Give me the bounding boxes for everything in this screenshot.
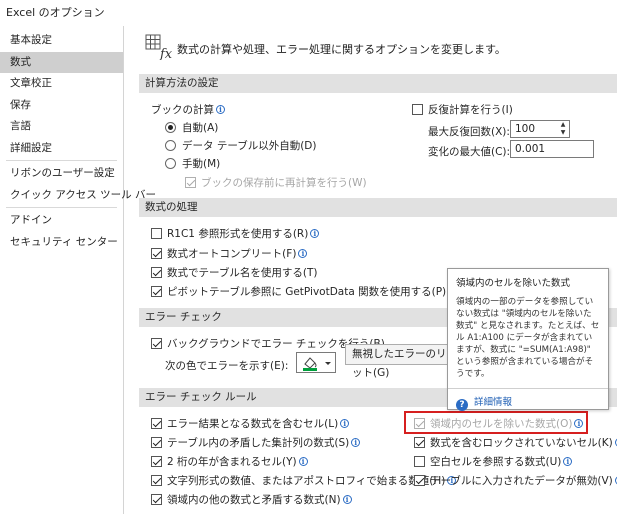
radio-button-checked[interactable] — [165, 122, 176, 133]
checkbox[interactable] — [151, 228, 162, 239]
tooltip-body: 領域内の一部のデータを参照していない数式は "領域内のセルを除いた数式" と見な… — [456, 297, 600, 379]
autocomplete-checkbox[interactable]: 数式オートコンプリート(F) i — [151, 246, 308, 261]
checkbox[interactable] — [151, 267, 162, 278]
checkbox[interactable] — [414, 475, 425, 486]
tooltip-link-label[interactable]: 詳細情報 — [474, 397, 512, 408]
sidebar-divider — [6, 207, 117, 208]
checkbox[interactable] — [414, 456, 425, 467]
sidebar-item-save[interactable]: 保存 — [0, 95, 123, 117]
tooltip-help-link[interactable]: ? 詳細情報 — [456, 394, 600, 411]
workbook-calc-label: ブックの計算 i — [151, 102, 225, 117]
max-change-label: 変化の最大値(C): — [428, 146, 511, 158]
checkbox[interactable] — [151, 494, 162, 505]
sidebar-item-formulas[interactable]: 数式 — [0, 51, 123, 73]
checkbox[interactable] — [151, 418, 162, 429]
sidebar-item-trust-center[interactable]: セキュリティ センター — [0, 232, 123, 254]
info-icon[interactable]: i — [563, 457, 573, 466]
sidebar-item-proofing[interactable]: 文章校正 — [0, 73, 123, 95]
table-names-checkbox[interactable]: 数式でテーブル名を使用する(T) — [151, 265, 317, 280]
radio-manual[interactable]: 手動(M) — [165, 156, 220, 171]
radio-button[interactable] — [165, 158, 176, 169]
info-icon[interactable]: i — [298, 457, 308, 466]
tooltip: 領域内のセルを除いた数式 領域内の一部のデータを参照していない数式は "領域内の… — [447, 268, 609, 411]
info-icon[interactable]: i — [340, 419, 350, 428]
sidebar: 基本設定 数式 文章校正 保存 言語 詳細設定 リボンのユーザー設定 クイック … — [0, 26, 156, 514]
info-icon[interactable]: i — [216, 105, 225, 114]
rule-inconsistent-column-checkbox[interactable]: テーブル内の矛盾した集計列の数式(S) i — [151, 435, 361, 450]
max-change-input[interactable]: 0.001 — [510, 140, 594, 158]
radio-button[interactable] — [165, 140, 176, 151]
spinner-arrows-icon[interactable]: ▲ ▼ — [557, 121, 569, 137]
help-icon: ? — [456, 399, 468, 411]
checkbox[interactable] — [151, 338, 162, 349]
page-description: 数式の計算や処理、エラー処理に関するオプションを変更します。 — [177, 43, 506, 56]
getpivotdata-checkbox[interactable]: ピボットテーブル参照に GetPivotData 関数を使用する(P) — [151, 284, 446, 299]
rule-number-as-text-checkbox[interactable]: 文字列形式の数値、またはアポストロフィで始まる数値(H) i — [151, 473, 457, 488]
checkbox[interactable] — [151, 475, 162, 486]
section-calculation: 計算方法の設定 — [139, 74, 617, 93]
info-icon[interactable]: i — [310, 229, 320, 238]
error-color-picker[interactable] — [296, 352, 336, 373]
checkbox[interactable] — [151, 286, 162, 297]
svg-text:fx: fx — [159, 47, 173, 60]
checkbox[interactable] — [414, 437, 425, 448]
sidebar-item-quick-access-toolbar[interactable]: クイック アクセス ツール バー — [0, 185, 156, 207]
window-title: Excel のオプション — [0, 0, 617, 26]
rule-two-digit-year-checkbox[interactable]: 2 桁の年が含まれるセル(Y) i — [151, 454, 308, 469]
checkbox[interactable] — [412, 104, 423, 115]
checkbox[interactable] — [151, 248, 162, 259]
max-iterations-label: 最大反復回数(X): — [428, 126, 510, 138]
sidebar-item-addins[interactable]: アドイン — [0, 210, 123, 232]
formula-fx-icon: fx — [145, 34, 173, 60]
rule-unlocked-cells-checkbox[interactable]: 数式を含むロックされていないセル(K)i — [414, 435, 617, 450]
rule-invalid-table-data-checkbox[interactable]: テーブルに入力されたデータが無効(V)i — [414, 473, 617, 488]
rule-inconsistent-formula-checkbox[interactable]: 領域内の他の数式と矛盾する数式(N) i — [151, 492, 352, 507]
info-icon[interactable]: i — [351, 438, 361, 447]
max-iterations-value: 100 — [515, 123, 536, 135]
checkbox[interactable] — [151, 456, 162, 467]
rule-empty-cells-checkbox[interactable]: 空白セルを参照する数式(U) i — [414, 454, 573, 469]
sidebar-divider — [6, 160, 117, 161]
paint-bucket-icon — [303, 357, 331, 371]
error-color-label: 次の色でエラーを示す(E): — [165, 360, 289, 372]
info-icon[interactable]: i — [298, 249, 308, 258]
r1c1-checkbox[interactable]: R1C1 参照形式を使用する(R) i — [151, 226, 320, 241]
iterative-calc-checkbox[interactable]: 反復計算を行う(I) — [412, 102, 513, 117]
info-icon[interactable]: i — [342, 495, 352, 504]
radio-auto-except-tables[interactable]: データ テーブル以外自動(D) — [165, 138, 317, 153]
tooltip-divider — [448, 388, 608, 389]
sidebar-item-advanced[interactable]: 詳細設定 — [0, 138, 123, 160]
sidebar-item-general[interactable]: 基本設定 — [0, 30, 123, 52]
tooltip-title: 領域内のセルを除いた数式 — [456, 278, 571, 289]
checkbox[interactable] — [151, 437, 162, 448]
checkbox[interactable] — [185, 177, 196, 188]
max-iterations-input[interactable]: 100 ▲ ▼ — [510, 120, 570, 138]
section-formulas: 数式の処理 — [139, 198, 617, 217]
recalc-before-save-checkbox[interactable]: ブックの保存前に再計算を行う(W) — [185, 175, 367, 190]
highlight-box — [404, 411, 588, 434]
sidebar-item-language[interactable]: 言語 — [0, 116, 123, 138]
rule-error-result-checkbox[interactable]: エラー結果となる数式を含むセル(L) i — [151, 416, 350, 431]
radio-auto[interactable]: 自動(A) — [165, 120, 218, 135]
sidebar-item-customize-ribbon[interactable]: リボンのユーザー設定 — [0, 163, 123, 185]
